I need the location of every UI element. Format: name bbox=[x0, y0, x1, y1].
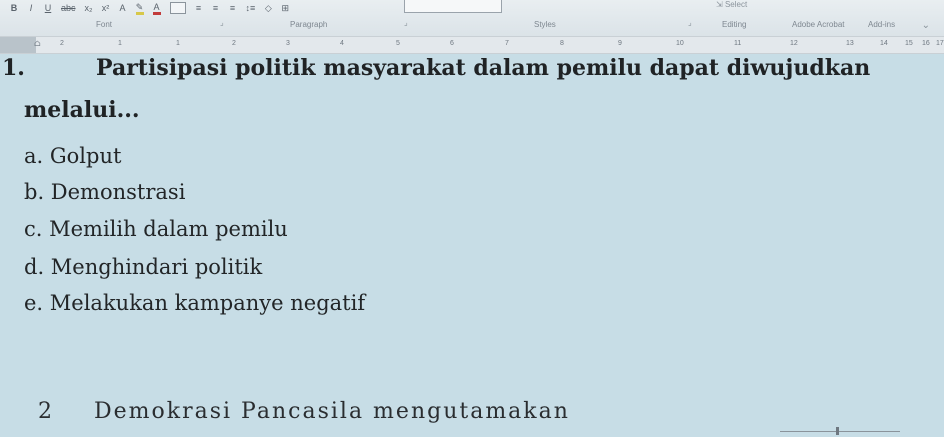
ruler-tick: 2 bbox=[60, 40, 64, 47]
ruler-tick: 13 bbox=[846, 40, 854, 47]
zoom-slider-thumb[interactable] bbox=[836, 427, 839, 435]
align-right-icon[interactable]: ≡ bbox=[212, 3, 220, 13]
paragraph-dialog-launcher-icon[interactable]: ⌟ bbox=[404, 18, 408, 27]
document-page[interactable]: 1. Partisipasi politik masyarakat dalam … bbox=[0, 52, 944, 437]
ruler-tick: 9 bbox=[618, 40, 622, 47]
underline-button[interactable]: U bbox=[44, 3, 52, 13]
option-d: d. Menghindari politik bbox=[24, 255, 263, 279]
ruler-tick: 1 bbox=[176, 40, 180, 47]
text-effects-button[interactable]: A bbox=[119, 3, 127, 13]
highlight-color-icon[interactable]: ✎ bbox=[135, 2, 144, 15]
indent-marker-icon[interactable]: ⌂ bbox=[34, 39, 41, 49]
ruler-tick: 4 bbox=[340, 40, 344, 47]
next-question-text: Demokrasi Pancasila mengutamakan bbox=[94, 399, 570, 424]
ruler-tick: 6 bbox=[450, 40, 454, 47]
borders-icon[interactable]: ⊞ bbox=[281, 3, 290, 14]
question-text-line2: melalui... bbox=[24, 97, 140, 123]
ruler-tick: 11 bbox=[734, 40, 742, 47]
paragraph-group-label: Paragraph bbox=[290, 20, 328, 29]
ruler-tick: 5 bbox=[396, 40, 400, 47]
strikethrough-button[interactable]: abc bbox=[61, 3, 76, 13]
subscript-button[interactable]: x₂ bbox=[85, 3, 93, 13]
select-button[interactable]: ⇲ Select bbox=[716, 0, 747, 9]
align-center-icon[interactable]: ≡ bbox=[195, 3, 203, 13]
ruler-tick: 15 bbox=[905, 40, 913, 47]
option-a: a. Golput bbox=[24, 144, 122, 168]
ruler-tick: 16 bbox=[922, 40, 930, 47]
ruler-tick: 1 bbox=[118, 40, 122, 47]
option-b: b. Demonstrasi bbox=[24, 180, 186, 204]
ruler-tick: 8 bbox=[560, 40, 564, 47]
styles-dialog-launcher-icon[interactable]: ⌟ bbox=[688, 18, 692, 27]
ruler-tick: 3 bbox=[286, 40, 290, 47]
superscript-button[interactable]: x² bbox=[102, 3, 110, 13]
editing-group-label[interactable]: Editing bbox=[722, 20, 746, 29]
line-spacing-icon[interactable]: ↕≡ bbox=[246, 3, 256, 13]
font-color-icon[interactable]: A bbox=[152, 2, 161, 15]
collapse-ribbon-icon[interactable]: ⌄ bbox=[922, 20, 930, 31]
ruler-tick: 12 bbox=[790, 40, 798, 47]
next-question-number: 2 bbox=[38, 399, 52, 424]
shading-icon[interactable]: ◇ bbox=[264, 3, 272, 14]
align-left-icon[interactable] bbox=[169, 2, 186, 14]
font-dialog-launcher-icon[interactable]: ⌟ bbox=[220, 18, 224, 27]
styles-gallery[interactable] bbox=[404, 0, 502, 13]
ribbon: B I U abc x₂ x² A ✎ A ≡ ≡ ≡ ↕≡ ◇ ⊞ ⇲ Sel… bbox=[0, 0, 944, 36]
zoom-slider[interactable] bbox=[780, 431, 900, 432]
italic-button[interactable]: I bbox=[27, 3, 35, 13]
ruler-tick: 17 bbox=[936, 40, 944, 47]
adobe-acrobat-group-label[interactable]: Adobe Acrobat bbox=[792, 20, 844, 29]
styles-group-label: Styles bbox=[534, 20, 556, 29]
add-ins-group-label[interactable]: Add-ins bbox=[868, 20, 895, 29]
justify-icon[interactable]: ≡ bbox=[229, 3, 237, 13]
status-bar bbox=[650, 425, 944, 437]
ruler-tick: 7 bbox=[505, 40, 509, 47]
ruler-left-margin bbox=[0, 37, 36, 53]
option-e: e. Melakukan kampanye negatif bbox=[24, 291, 366, 315]
question-text-line1: Partisipasi politik masyarakat dalam pem… bbox=[96, 55, 871, 81]
question-number: 1. bbox=[2, 55, 25, 81]
bold-button[interactable]: B bbox=[10, 3, 18, 13]
font-group-label: Font bbox=[96, 20, 113, 29]
option-c: c. Memilih dalam pemilu bbox=[24, 217, 288, 241]
ruler-tick: 10 bbox=[676, 40, 684, 47]
font-format-toolbar: B I U abc x₂ x² A ✎ A ≡ ≡ ≡ ↕≡ ◇ ⊞ bbox=[10, 0, 289, 16]
ruler-tick: 2 bbox=[232, 40, 236, 47]
ruler-tick: 14 bbox=[880, 40, 888, 47]
